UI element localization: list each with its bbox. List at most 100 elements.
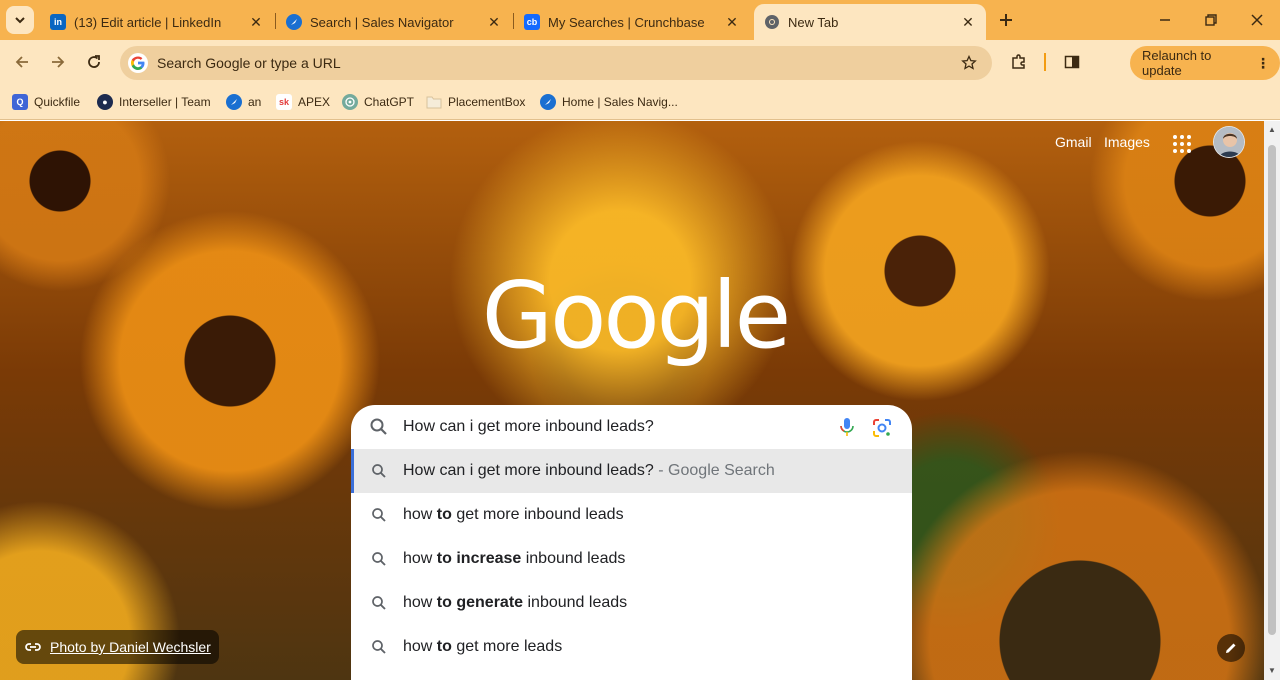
suggestion-item[interactable]: how to increase inbound leads	[351, 537, 912, 581]
close-icon	[1251, 14, 1263, 26]
reload-button[interactable]	[82, 50, 106, 74]
bookmark-interseller[interactable]: ● Interseller | Team	[97, 92, 211, 112]
forward-button[interactable]	[46, 50, 70, 74]
search-icon	[371, 507, 387, 523]
bookmark-label: Quickfile	[34, 95, 81, 109]
scroll-down-icon[interactable]: ▼	[1267, 666, 1277, 676]
suggestion-item[interactable]: how to get more leads	[351, 625, 912, 669]
google-g-icon	[128, 53, 148, 73]
minimize-button[interactable]	[1145, 6, 1185, 34]
side-panel-button[interactable]	[1060, 50, 1084, 74]
suggestion-text: How can i get more inbound leads? - Goog…	[403, 462, 775, 479]
close-window-button[interactable]	[1237, 6, 1277, 34]
relaunch-label: Relaunch to update	[1142, 48, 1212, 78]
new-tab-button[interactable]	[994, 8, 1018, 32]
search-icon	[371, 595, 387, 611]
tab-search-button[interactable]	[6, 6, 34, 34]
search-input[interactable]: How can i get more inbound leads?	[403, 418, 654, 436]
search-icon	[371, 463, 387, 479]
tab-sales-navigator[interactable]: Search | Sales Navigator ✕	[276, 4, 512, 40]
browser-toolbar: Search Google or type a URL	[0, 40, 1280, 114]
sales-navigator-icon	[286, 14, 302, 30]
account-avatar[interactable]	[1213, 126, 1245, 158]
reload-icon	[88, 55, 100, 68]
images-link[interactable]: Images	[1104, 134, 1150, 150]
tab-new-tab[interactable]: New Tab ✕	[754, 4, 986, 40]
bookmark-label: PlacementBox	[448, 95, 526, 109]
bookmark-star-icon[interactable]	[954, 48, 984, 78]
linkedin-icon: in	[50, 14, 66, 30]
photo-credit-text[interactable]: Photo by Daniel Wechsler	[50, 639, 211, 655]
side-panel-icon	[1064, 55, 1080, 69]
relaunch-to-update-button[interactable]: Relaunch to update ⋮	[1130, 46, 1280, 80]
suggestion-text: how to get more leads	[403, 638, 563, 655]
close-icon[interactable]: ✕	[248, 14, 264, 30]
close-icon[interactable]: ✕	[960, 14, 976, 30]
chatgpt-icon	[342, 94, 358, 110]
scroll-up-icon[interactable]: ▲	[1267, 125, 1277, 135]
bookmark-label: Interseller | Team	[119, 95, 211, 109]
google-logo: Google	[481, 261, 791, 369]
google-apps-icon[interactable]	[1168, 130, 1196, 158]
scrollbar[interactable]: ▲ ▼	[1264, 121, 1280, 680]
chrome-icon	[764, 14, 780, 30]
more-vert-icon[interactable]: ⋮	[1256, 55, 1270, 72]
interseller-icon: ●	[97, 94, 113, 110]
suggestion-text: how to increase inbound leads	[403, 550, 626, 567]
bookmarks-bar: Q Quickfile ● Interseller | Team an sk A…	[0, 84, 1280, 120]
search-box: How can i get more inbound leads? How ca…	[351, 405, 912, 680]
tab-strip: in (13) Edit article | LinkedIn ✕ Search…	[0, 0, 1280, 40]
chevron-down-icon	[15, 17, 25, 24]
close-icon[interactable]: ✕	[486, 14, 502, 30]
restore-button[interactable]	[1191, 6, 1231, 34]
extensions-button[interactable]	[1007, 50, 1031, 74]
suggestion-item[interactable]: how to generate inbound leads	[351, 581, 912, 625]
tab-crunchbase[interactable]: cb My Searches | Crunchbase ✕	[514, 4, 750, 40]
bookmark-an[interactable]: an	[226, 92, 261, 112]
suggestion-item[interactable]: how to get more inbound leads	[351, 493, 912, 537]
scrollbar-thumb[interactable]	[1268, 145, 1276, 635]
close-icon[interactable]: ✕	[724, 14, 740, 30]
bookmark-label: APEX	[298, 95, 331, 109]
arrow-left-icon	[15, 56, 28, 68]
tab-title: My Searches | Crunchbase	[548, 14, 705, 30]
gmail-link[interactable]: Gmail	[1055, 134, 1092, 150]
search-input-row[interactable]: How can i get more inbound leads?	[351, 405, 912, 449]
tab-title: (13) Edit article | LinkedIn	[74, 14, 222, 30]
pencil-icon	[1226, 643, 1236, 653]
tab-linkedin[interactable]: in (13) Edit article | LinkedIn ✕	[40, 4, 274, 40]
microphone-icon[interactable]	[837, 416, 857, 438]
photo-credit-link[interactable]: Photo by Daniel Wechsler	[16, 630, 219, 664]
bookmark-label: an	[248, 95, 262, 109]
arrow-right-icon	[52, 56, 65, 68]
toolbar-divider	[1044, 53, 1046, 71]
bookmark-placementbox[interactable]: PlacementBox	[426, 92, 525, 112]
search-icon	[371, 639, 387, 655]
bookmark-chatgpt[interactable]: ChatGPT	[342, 92, 414, 112]
sales-navigator-icon	[226, 94, 242, 110]
quickfile-icon: Q	[12, 94, 28, 110]
bookmark-home-sales-navigator[interactable]: Home | Sales Navig...	[540, 92, 678, 112]
folder-icon	[426, 94, 442, 110]
tab-title: New Tab	[788, 14, 839, 30]
sales-navigator-icon	[540, 94, 556, 110]
plus-icon	[1000, 14, 1012, 26]
bookmark-quickfile[interactable]: Q Quickfile	[12, 92, 80, 112]
bookmark-label: Home | Sales Navig...	[562, 95, 678, 109]
suggestion-text: how to generate inbound leads	[403, 594, 628, 611]
omnibox[interactable]: Search Google or type a URL	[120, 46, 992, 80]
apex-icon: sk	[276, 94, 292, 110]
customize-chrome-button[interactable]	[1217, 634, 1245, 662]
google-lens-icon[interactable]	[871, 417, 893, 439]
puzzle-icon	[1012, 54, 1025, 69]
minimize-icon	[1160, 19, 1170, 21]
suggestion-suffix: - Google Search	[653, 462, 775, 479]
back-button[interactable]	[10, 50, 34, 74]
omnibox-input[interactable]: Search Google or type a URL	[157, 55, 954, 71]
bookmark-apex[interactable]: sk APEX	[276, 92, 330, 112]
tab-title: Search | Sales Navigator	[310, 14, 454, 30]
link-icon	[25, 643, 41, 651]
restore-icon	[1205, 14, 1217, 26]
search-icon	[371, 551, 387, 567]
suggestion-item[interactable]: How can i get more inbound leads? - Goog…	[351, 449, 912, 493]
